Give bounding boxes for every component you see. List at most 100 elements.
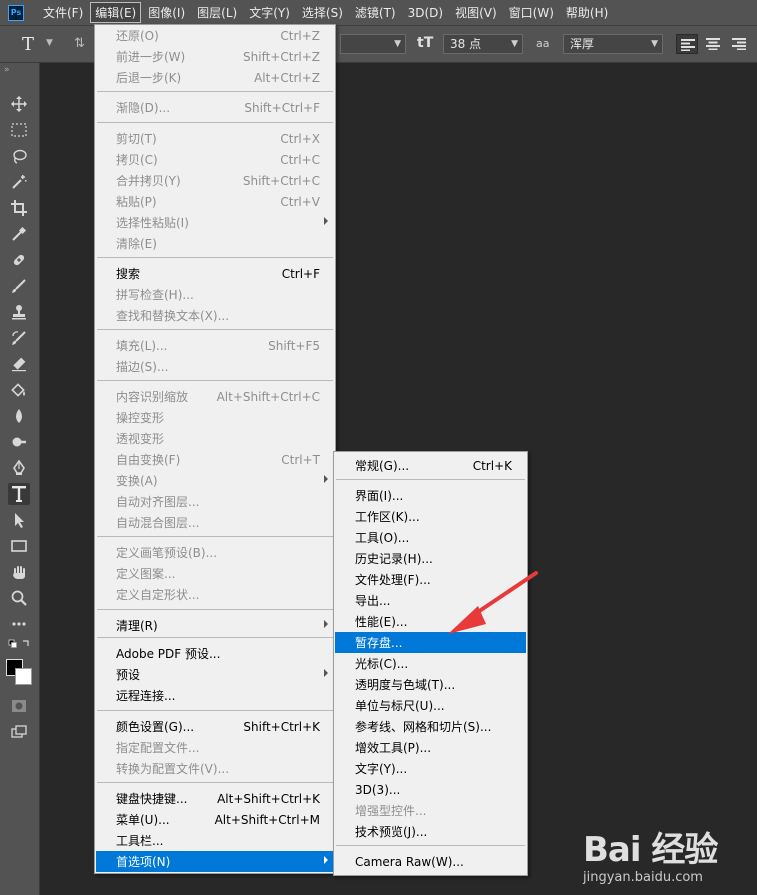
edit-menu-item[interactable]: 渐隐(D)... Shift+Ctrl+F <box>96 97 334 118</box>
menu-window[interactable]: 窗口(W) <box>504 2 559 23</box>
edit-menu-item[interactable]: 清理(R) <box>96 615 334 636</box>
magic-wand-tool-icon[interactable] <box>8 171 30 193</box>
font-size-select[interactable]: 38 点 ▼ <box>443 34 523 54</box>
edit-menu-item[interactable]: 菜单(U)... Alt+Shift+Ctrl+M <box>96 809 334 830</box>
menu-view[interactable]: 视图(V) <box>450 2 502 23</box>
menu-3d[interactable]: 3D(D) <box>403 4 448 22</box>
edit-menu-item[interactable]: 工具栏... <box>96 830 334 851</box>
preferences-menu-item[interactable]: 透明度与色域(T)... <box>335 674 526 695</box>
edit-menu-item[interactable]: 前进一步(W) Shift+Ctrl+Z <box>96 46 334 67</box>
edit-menu-item[interactable]: 指定配置文件... <box>96 737 334 758</box>
preferences-menu-item[interactable]: 光标(C)... <box>335 653 526 674</box>
edit-menu-item[interactable]: 查找和替换文本(X)... <box>96 305 334 326</box>
preferences-menu-item[interactable]: 历史记录(H)... <box>335 548 526 569</box>
preferences-menu-item[interactable]: 增强型控件... <box>335 800 526 821</box>
edit-menu-item[interactable]: 合并拷贝(Y) Shift+Ctrl+C <box>96 170 334 191</box>
screen-mode-icon[interactable] <box>8 721 30 743</box>
align-left-button[interactable] <box>676 34 698 54</box>
preferences-menu-item[interactable]: 工作区(K)... <box>335 506 526 527</box>
edit-menu-item[interactable]: 自动对齐图层... <box>96 491 334 512</box>
collapse-toolbox-icon[interactable]: » <box>4 65 9 75</box>
anti-alias-select[interactable]: 浑厚 ▼ <box>563 34 663 54</box>
menu-layer[interactable]: 图层(L) <box>192 2 242 23</box>
baidu-jingyan-watermark: Bai 经验 jingyan.baidu.com <box>583 820 753 890</box>
eraser-tool-icon[interactable] <box>8 353 30 375</box>
edit-menu-item[interactable]: 操控变形 <box>96 407 334 428</box>
menu-select[interactable]: 选择(S) <box>297 2 348 23</box>
history-brush-tool-icon[interactable] <box>8 327 30 349</box>
edit-menu-item[interactable]: 拷贝(C) Ctrl+C <box>96 149 334 170</box>
hand-tool-icon[interactable] <box>8 561 30 583</box>
edit-menu-item[interactable]: 首选项(N) <box>96 851 334 872</box>
preferences-menu-item[interactable]: 常规(G)... Ctrl+K <box>335 455 526 476</box>
more-tools-icon[interactable] <box>8 613 30 635</box>
align-center-button[interactable] <box>702 34 724 54</box>
edit-menu-item[interactable]: 清除(E) <box>96 233 334 254</box>
edit-menu-item[interactable]: 拼写检查(H)... <box>96 284 334 305</box>
menu-edit[interactable]: 编辑(E) <box>90 2 142 23</box>
edit-menu-item[interactable]: 填充(L)... Shift+F5 <box>96 335 334 356</box>
menu-image[interactable]: 图像(I) <box>143 2 190 23</box>
edit-menu-item[interactable]: 搜索 Ctrl+F <box>96 263 334 284</box>
edit-menu-item[interactable]: 颜色设置(G)... Shift+Ctrl+K <box>96 716 334 737</box>
menu-filter[interactable]: 滤镜(T) <box>350 2 401 23</box>
edit-menu-item[interactable]: 自由变换(F) Ctrl+T <box>96 449 334 470</box>
preferences-menu-item[interactable]: 界面(I)... <box>335 485 526 506</box>
type-tool-preset-icon[interactable]: T <box>22 34 34 55</box>
pen-tool-icon[interactable] <box>8 457 30 479</box>
align-right-button[interactable] <box>728 34 750 54</box>
edit-menu-item[interactable]: 粘贴(P) Ctrl+V <box>96 191 334 212</box>
brush-tool-icon[interactable] <box>8 275 30 297</box>
blur-tool-icon[interactable] <box>8 405 30 427</box>
preferences-menu-item[interactable]: 增效工具(P)... <box>335 737 526 758</box>
eyedropper-tool-icon[interactable] <box>8 223 30 245</box>
clone-stamp-tool-icon[interactable] <box>8 301 30 323</box>
edit-menu-item[interactable]: 定义图案... <box>96 563 334 584</box>
edit-menu-item-shortcut: Alt+Shift+Ctrl+C <box>216 389 320 404</box>
edit-menu-item[interactable]: 远程连接... <box>96 685 334 706</box>
preferences-menu-item[interactable]: 技术预览(J)... <box>335 821 526 842</box>
edit-menu-item[interactable]: Adobe PDF 预设... <box>96 643 334 664</box>
crop-tool-icon[interactable] <box>8 197 30 219</box>
dodge-tool-icon[interactable] <box>8 431 30 453</box>
edit-menu-item[interactable]: 描边(S)... <box>96 356 334 377</box>
healing-brush-tool-icon[interactable] <box>8 249 30 271</box>
edit-menu-item[interactable]: 自动混合图层... <box>96 512 334 533</box>
zoom-tool-icon[interactable] <box>8 587 30 609</box>
background-color-swatch[interactable] <box>15 668 32 685</box>
menu-type[interactable]: 文字(Y) <box>244 2 295 23</box>
chevron-down-icon[interactable]: ▼ <box>46 38 53 48</box>
edit-menu-item[interactable]: 预设 <box>96 664 334 685</box>
edit-menu-item[interactable]: 转换为配置文件(V)... <box>96 758 334 779</box>
edit-menu-item[interactable]: 剪切(T) Ctrl+X <box>96 128 334 149</box>
preferences-menu-item[interactable]: Camera Raw(W)... <box>335 851 526 872</box>
paint-bucket-tool-icon[interactable] <box>8 379 30 401</box>
edit-menu-item[interactable]: 还原(O) Ctrl+Z <box>96 25 334 46</box>
edit-menu-item[interactable]: 键盘快捷键... Alt+Shift+Ctrl+K <box>96 788 334 809</box>
edit-menu-item[interactable]: 变换(A) <box>96 470 334 491</box>
type-tool-icon[interactable] <box>8 483 30 505</box>
preferences-menu-item-label: 暂存盘... <box>355 636 403 650</box>
edit-menu-item[interactable]: 内容识别缩放 Alt+Shift+Ctrl+C <box>96 386 334 407</box>
menu-help[interactable]: 帮助(H) <box>561 2 613 23</box>
edit-menu-item[interactable]: 定义自定形状... <box>96 584 334 605</box>
preferences-menu-item[interactable]: 参考线、网格和切片(S)... <box>335 716 526 737</box>
edit-menu-item[interactable]: 定义画笔预设(B)... <box>96 542 334 563</box>
edit-menu-item[interactable]: 选择性粘贴(I) <box>96 212 334 233</box>
menu-file[interactable]: 文件(F) <box>38 2 88 23</box>
edit-menu-item[interactable]: 后退一步(K) Alt+Ctrl+Z <box>96 67 334 88</box>
preferences-menu-item[interactable]: 工具(O)... <box>335 527 526 548</box>
quick-mask-icon[interactable] <box>8 695 30 717</box>
preferences-menu-item[interactable]: 文字(Y)... <box>335 758 526 779</box>
lasso-tool-icon[interactable] <box>8 145 30 167</box>
marquee-tool-icon[interactable] <box>8 119 30 141</box>
rectangle-tool-icon[interactable] <box>8 535 30 557</box>
default-colors-icon[interactable] <box>8 637 30 651</box>
text-orientation-icon[interactable]: ⇅ <box>74 36 85 51</box>
edit-menu-item[interactable]: 透视变形 <box>96 428 334 449</box>
move-tool-icon[interactable] <box>8 93 30 115</box>
path-selection-tool-icon[interactable] <box>8 509 30 531</box>
preferences-menu-item[interactable]: 3D(3)... <box>335 779 526 800</box>
preferences-menu-item[interactable]: 单位与标尺(U)... <box>335 695 526 716</box>
font-style-select[interactable]: ▼ <box>340 34 406 54</box>
